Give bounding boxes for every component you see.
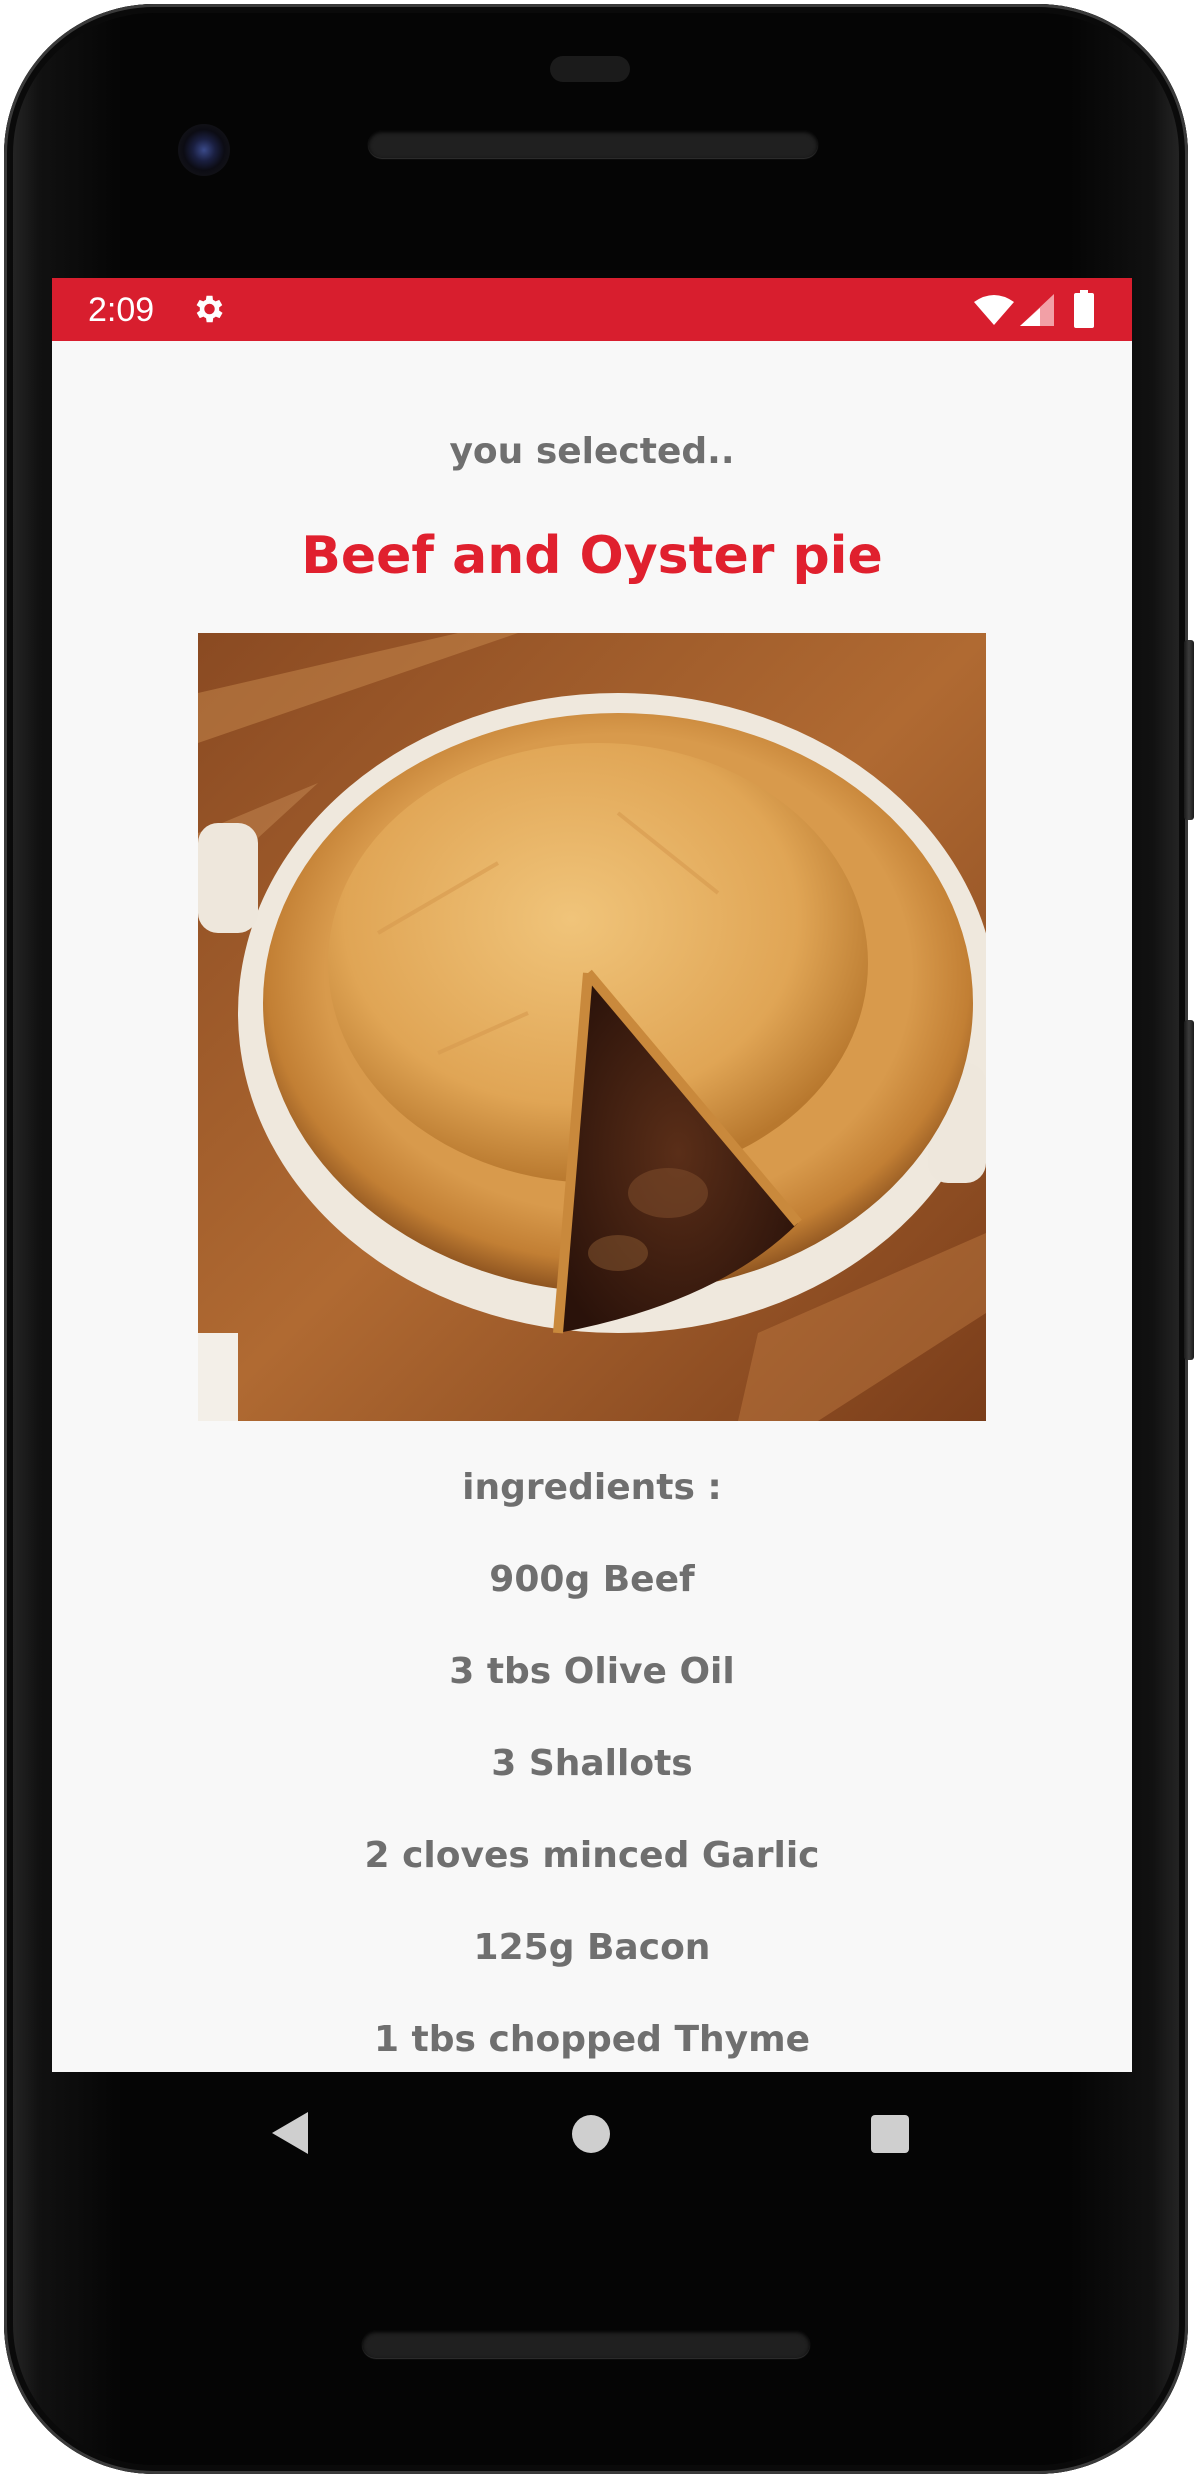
home-icon[interactable] xyxy=(572,2115,610,2153)
top-speaker-grille xyxy=(368,130,818,158)
wifi-icon xyxy=(974,295,1014,325)
battery-icon xyxy=(1074,290,1094,328)
recipe-content: you selected.. Beef and Oyster pie ingre… xyxy=(52,341,1132,2072)
selection-caption: you selected.. xyxy=(449,431,735,472)
ingredients-list: 900g Beef 3 tbs Olive Oil 3 Shallots 2 c… xyxy=(52,1555,1132,2072)
recipe-title: Beef and Oyster pie xyxy=(301,526,883,586)
app-screen: 2:09 you selected.. Beef and Oyster pie xyxy=(52,278,1132,2072)
pie-photo xyxy=(198,633,986,1421)
ingredient-item: 3 tbs Olive Oil xyxy=(449,1651,735,1692)
ingredients-heading: ingredients : xyxy=(462,1467,722,1508)
gear-icon xyxy=(196,295,223,323)
status-time: 2:09 xyxy=(88,291,155,329)
ingredient-item: 3 Shallots xyxy=(491,1743,693,1784)
phone-frame: 2:09 you selected.. Beef and Oyster pie xyxy=(0,0,1194,2480)
recents-icon[interactable] xyxy=(871,2115,909,2153)
ingredient-item: 1 tbs chopped Thyme xyxy=(373,2019,811,2060)
front-camera xyxy=(178,124,230,176)
volume-rocker xyxy=(1184,1020,1194,1360)
status-bar: 2:09 xyxy=(52,278,1132,341)
signal-icon xyxy=(1020,294,1054,326)
earpiece-sensor xyxy=(550,56,630,82)
ingredient-item: 900g Beef xyxy=(489,1559,695,1600)
back-icon[interactable] xyxy=(270,2110,310,2156)
ingredient-item: 2 cloves minced Garlic xyxy=(364,1835,820,1876)
bottom-speaker-grille xyxy=(362,2330,810,2358)
ingredient-item: 125g Bacon xyxy=(473,1927,711,1968)
power-button xyxy=(1184,640,1194,820)
recipe-image xyxy=(198,633,986,1421)
